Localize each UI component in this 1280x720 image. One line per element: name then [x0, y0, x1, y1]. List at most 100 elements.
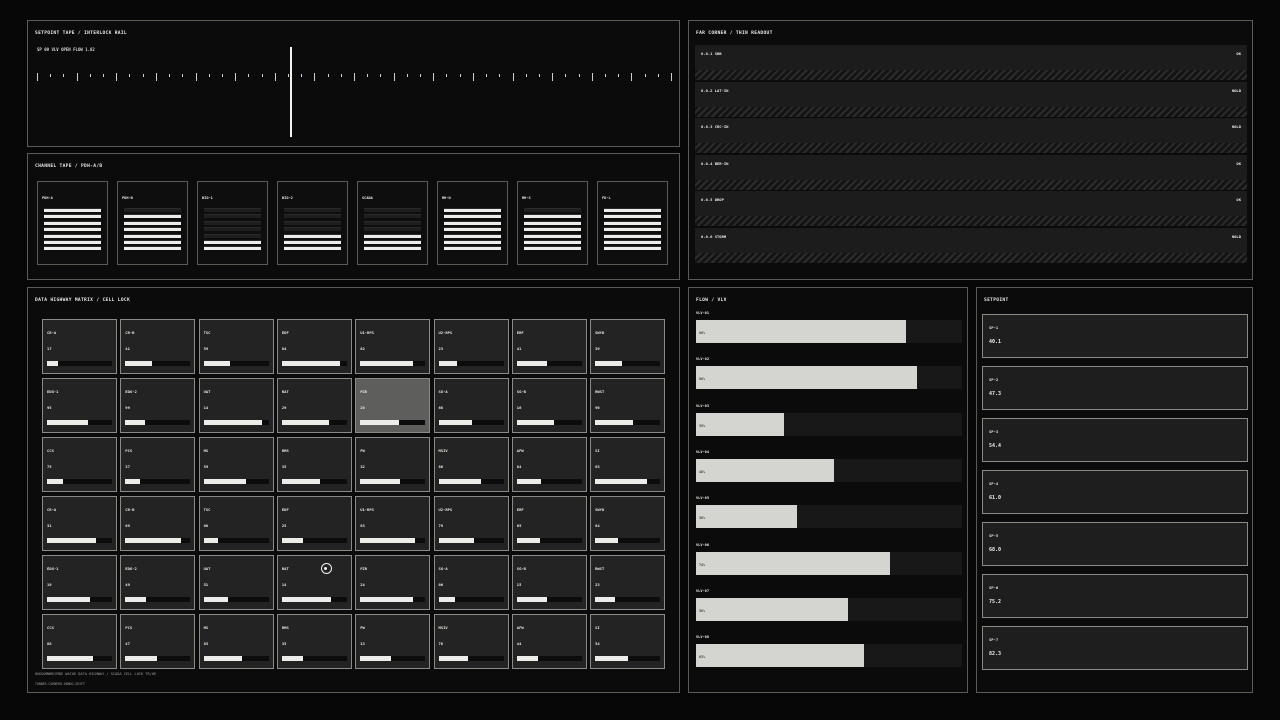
cell-bar-fill [360, 361, 414, 366]
matrix-cell[interactable]: PZR 20 [355, 378, 431, 433]
matrix-cell[interactable]: MS 59 [198, 437, 274, 492]
readout-row[interactable]: 0.0.5 DROP OK [695, 191, 1247, 227]
matrix-cell[interactable]: CCS 88 [42, 614, 117, 669]
matrix-cell[interactable]: CR-A 31 [42, 496, 117, 551]
cell-value: 88 [47, 641, 52, 646]
channel-level-segment [444, 214, 501, 219]
matrix-cell[interactable]: SG-B 15 [511, 555, 587, 610]
readout-row[interactable]: 0.0.1 SBB OK [695, 45, 1247, 80]
matrix-cell[interactable]: EDG-1 19 [42, 555, 117, 610]
flow-percent: 58% [699, 608, 706, 613]
matrix-cell[interactable]: U2-RPS 23 [433, 319, 509, 374]
channel-card[interactable]: MH-N [437, 181, 508, 265]
channel-card[interactable]: SCADA [357, 181, 428, 265]
channel-card[interactable]: FD-L [597, 181, 668, 265]
setpoint-card[interactable]: SP-5 68.0 [982, 522, 1248, 566]
cell-bar [47, 656, 112, 661]
setpoint-card[interactable]: SP-6 75.2 [982, 574, 1248, 618]
cell-value: 23 [438, 346, 444, 351]
cell-value: 84 [281, 346, 287, 351]
tape-tick [657, 74, 659, 77]
matrix-cell[interactable]: TSC 08 [198, 496, 274, 551]
readout-row[interactable]: 0.0.4 BER-IN OK [695, 154, 1247, 190]
matrix-cell[interactable]: SWYD 84 [590, 496, 666, 551]
matrix-cell[interactable]: EDF 25 [276, 496, 352, 551]
matrix-cell[interactable]: EDF 84 [276, 319, 352, 374]
cell-name: ERF [516, 507, 524, 512]
setpoint-card[interactable]: SP-4 61.0 [982, 470, 1248, 514]
matrix-cell[interactable]: SI 54 [590, 614, 666, 669]
matrix-cell[interactable]: PZR 24 [355, 555, 431, 610]
matrix-cell[interactable]: PCS 47 [120, 614, 196, 669]
matrix-cell[interactable]: SI 63 [590, 437, 666, 492]
matrix-cell[interactable]: U1-RPS 83 [355, 496, 431, 551]
cell-bar [438, 479, 504, 484]
cell-value: 14 [281, 582, 287, 587]
channel-card[interactable]: BIO-1 [197, 181, 268, 265]
cell-bar [47, 538, 112, 543]
matrix-cell[interactable]: EDG-2 49 [120, 555, 196, 610]
setpoint-card[interactable]: SP-7 82.3 [982, 626, 1248, 670]
matrix-cell[interactable]: CCS 75 [42, 437, 117, 492]
channel-card[interactable]: PDH-B [117, 181, 188, 265]
lock-target-icon[interactable] [320, 563, 332, 574]
matrix-cell[interactable]: CR-B 69 [120, 496, 196, 551]
matrix-cell[interactable]: ERF 65 [511, 496, 587, 551]
cell-value: 41 [516, 346, 522, 351]
matrix-cell[interactable]: SG-B 16 [511, 378, 587, 433]
channel-level-segment [604, 227, 661, 232]
matrix-cell[interactable]: UAT 51 [198, 555, 274, 610]
matrix-cell[interactable]: U2-RPS 79 [433, 496, 509, 551]
setpoint-value: 47.3 [989, 391, 1002, 397]
matrix-cell[interactable]: ERF 41 [511, 319, 587, 374]
tape-tick [618, 74, 620, 77]
matrix-cell[interactable]: RMS 35 [276, 437, 352, 492]
readout-status: OK [1236, 160, 1241, 166]
cell-value: 19 [47, 582, 52, 587]
matrix-cell[interactable]: MSIV 86 [433, 437, 509, 492]
channel-level-segment [44, 208, 101, 212]
setpoint-card[interactable]: SP-2 47.3 [982, 366, 1248, 410]
cell-bar-fill [516, 420, 555, 425]
channel-level-segment [524, 220, 581, 225]
matrix-cell[interactable]: CR-A 17 [42, 319, 117, 374]
cell-value: 24 [360, 582, 365, 587]
matrix-cell[interactable]: SG-A 06 [433, 555, 509, 610]
matrix-cell[interactable]: AFW 84 [511, 437, 587, 492]
matrix-cell[interactable]: TSC 59 [198, 319, 274, 374]
readout-row[interactable]: 0.0.6 STORM HOLD [695, 228, 1247, 263]
setpoint-card[interactable]: SP-3 54.4 [982, 418, 1248, 462]
matrix-cell[interactable]: EDG-2 99 [120, 378, 196, 433]
flow-percent: 39% [699, 423, 706, 428]
cell-name: RAT [281, 566, 289, 571]
channel-label: PDH-A [42, 196, 53, 200]
matrix-cell[interactable]: RWST 96 [590, 378, 666, 433]
matrix-cell[interactable]: CR-B 41 [120, 319, 196, 374]
channel-card[interactable]: MH-S [517, 181, 588, 265]
cell-name: U1-RPS [360, 507, 374, 512]
matrix-cell[interactable]: RAT 29 [276, 378, 352, 433]
channel-label: MH-S [522, 196, 531, 200]
matrix-cell[interactable]: FW 32 [355, 437, 431, 492]
matrix-cell[interactable]: PCS 37 [120, 437, 196, 492]
cell-name: TSC [203, 330, 211, 335]
matrix-cell[interactable]: RWST 23 [590, 555, 666, 610]
readout-row[interactable]: 0.0.2 LAT-IN HOLD [695, 81, 1247, 117]
tape-tick [63, 74, 65, 77]
readout-row[interactable]: 0.0.3 CRC-IN HOLD [695, 118, 1247, 154]
matrix-cell[interactable]: MSIV 78 [433, 614, 509, 669]
matrix-cell[interactable]: FW 13 [355, 614, 431, 669]
channel-card[interactable]: PDH-A [37, 181, 108, 265]
setpoint-card[interactable]: SP-1 40.1 [982, 314, 1248, 358]
matrix-cell[interactable]: RAT 14 [276, 555, 352, 610]
matrix-cell[interactable]: AFW 44 [511, 614, 587, 669]
matrix-cell[interactable]: MS 85 [198, 614, 274, 669]
matrix-cell[interactable]: EDG-1 95 [42, 378, 117, 433]
matrix-cell[interactable]: RMS 35 [276, 614, 352, 669]
matrix-cell[interactable]: UAT 14 [198, 378, 274, 433]
matrix-cell[interactable]: SG-A 68 [433, 378, 509, 433]
channel-card[interactable]: BIO-2 [277, 181, 348, 265]
matrix-cell[interactable]: SWYD 39 [590, 319, 666, 374]
tape-needle[interactable] [290, 47, 292, 137]
matrix-cell[interactable]: U1-RPS 82 [355, 319, 431, 374]
